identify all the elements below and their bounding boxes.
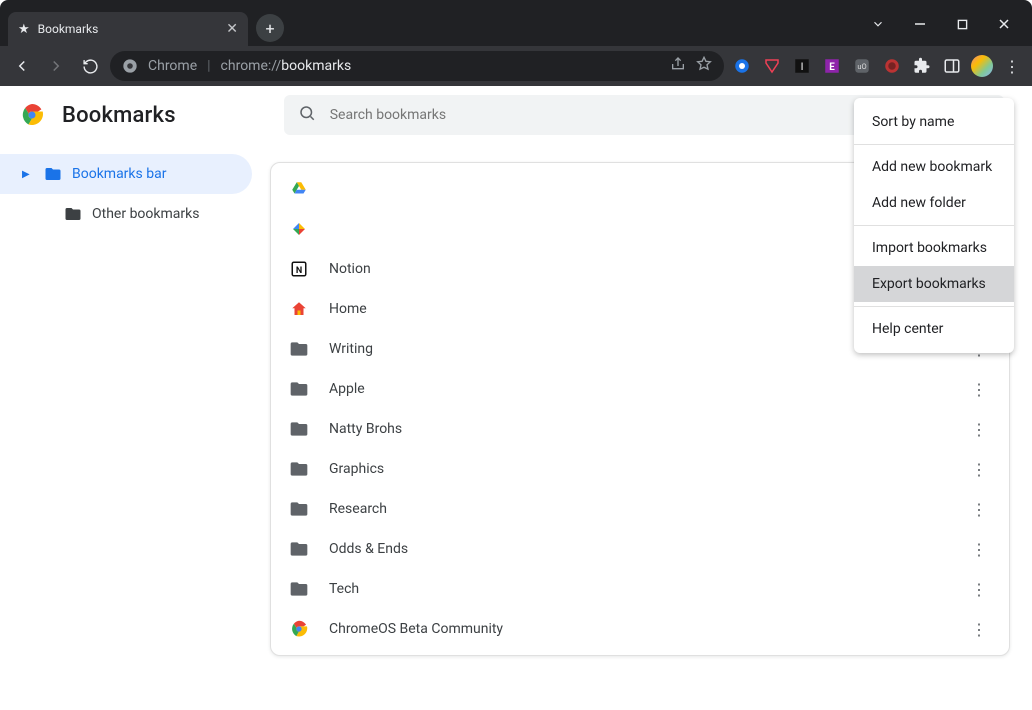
svg-text:I: I	[801, 60, 804, 73]
back-button[interactable]	[8, 52, 36, 80]
minimize-button[interactable]	[908, 12, 932, 36]
favicon-icon: N	[289, 259, 309, 279]
organize-menu: Sort by name Add new bookmarkAdd new fold…	[854, 98, 1014, 353]
bookmarks-tree: ▶ Bookmarks bar Other bookmarks	[0, 144, 270, 710]
bookmark-folder-row[interactable]: Apple ⋮	[271, 369, 1009, 409]
omnibox-separator: |	[207, 58, 210, 74]
favicon-icon	[289, 219, 309, 239]
toolbar: Chrome | chrome://bookmarks I E uO ⋮	[0, 46, 1032, 86]
close-tab-icon[interactable]: ✕	[226, 21, 238, 37]
star-icon: ★	[18, 22, 30, 37]
folder-icon	[289, 379, 309, 399]
sidebar-item[interactable]: ▶ Bookmarks bar	[0, 154, 252, 194]
bookmark-label: Apple	[329, 381, 947, 397]
browser-tab[interactable]: ★ Bookmarks ✕	[8, 12, 248, 46]
row-menu-button[interactable]: ⋮	[967, 460, 991, 479]
share-icon[interactable]	[670, 56, 686, 76]
extension-icon[interactable]: I	[790, 54, 814, 78]
chrome-logo-icon	[20, 103, 44, 127]
favicon-icon	[289, 179, 309, 199]
chrome-icon	[122, 58, 138, 74]
close-window-button[interactable]	[992, 12, 1016, 36]
new-tab-button[interactable]: +	[256, 14, 284, 42]
tab-title: Bookmarks	[38, 22, 219, 36]
reload-button[interactable]	[76, 52, 104, 80]
forward-button[interactable]	[42, 52, 70, 80]
bookmark-folder-row[interactable]: Tech ⋮	[271, 569, 1009, 609]
menu-item[interactable]: Add new bookmark	[854, 149, 1014, 185]
extension-icon[interactable]	[760, 54, 784, 78]
titlebar: ★ Bookmarks ✕ +	[0, 0, 1032, 46]
menu-item[interactable]: Sort by name	[854, 104, 1014, 140]
search-icon	[298, 104, 316, 126]
favicon-icon	[289, 619, 309, 639]
menu-item[interactable]: Import bookmarks	[854, 230, 1014, 266]
menu-separator	[854, 306, 1014, 307]
bookmark-label: Graphics	[329, 461, 947, 477]
folder-icon	[289, 459, 309, 479]
bookmark-star-icon[interactable]	[696, 56, 712, 76]
menu-item[interactable]: Export bookmarks	[854, 266, 1014, 302]
expand-caret-icon[interactable]: ▶	[22, 169, 34, 180]
extensions-button[interactable]	[910, 54, 934, 78]
menu-separator	[854, 144, 1014, 145]
window-controls	[866, 12, 1032, 46]
row-menu-button[interactable]: ⋮	[967, 580, 991, 599]
extension-icon[interactable]	[730, 54, 754, 78]
menu-item[interactable]: Add new folder	[854, 185, 1014, 221]
folder-icon	[64, 204, 82, 224]
bookmark-row[interactable]: ChromeOS Beta Community ⋮	[271, 609, 1009, 649]
bookmark-folder-row[interactable]: Odds & Ends ⋮	[271, 529, 1009, 569]
bookmark-label: Research	[329, 501, 947, 517]
bookmark-folder-row[interactable]: Natty Brohs ⋮	[271, 409, 1009, 449]
row-menu-button[interactable]: ⋮	[967, 540, 991, 559]
extension-icon[interactable]: E	[820, 54, 844, 78]
omnibox[interactable]: Chrome | chrome://bookmarks	[110, 51, 724, 81]
chevron-down-icon[interactable]	[866, 12, 890, 36]
profile-avatar[interactable]	[970, 54, 994, 78]
folder-icon	[289, 419, 309, 439]
sidebar-item-label: Bookmarks bar	[72, 166, 166, 182]
bookmark-label: ChromeOS Beta Community	[329, 621, 947, 637]
omnibox-origin: Chrome	[148, 58, 197, 74]
folder-icon	[289, 499, 309, 519]
side-panel-icon[interactable]	[940, 54, 964, 78]
row-menu-button[interactable]: ⋮	[967, 500, 991, 519]
maximize-button[interactable]	[950, 12, 974, 36]
folder-icon	[289, 579, 309, 599]
chrome-window: ★ Bookmarks ✕ +	[0, 0, 1032, 710]
bookmark-label: Odds & Ends	[329, 541, 947, 557]
bookmarks-page: Bookmarks ▶Bookmarks barOther bookmarks …	[0, 86, 1032, 710]
menu-item[interactable]: Help center	[854, 311, 1014, 347]
extension-icon[interactable]: uO	[850, 54, 874, 78]
row-menu-button[interactable]: ⋮	[967, 620, 991, 639]
sidebar-item[interactable]: Other bookmarks	[0, 194, 252, 234]
folder-icon	[289, 339, 309, 359]
omnibox-url: chrome://bookmarks	[221, 58, 352, 74]
menu-separator	[854, 225, 1014, 226]
row-menu-button[interactable]: ⋮	[967, 420, 991, 439]
folder-icon	[44, 164, 62, 184]
folder-icon	[289, 539, 309, 559]
svg-text:E: E	[829, 62, 835, 73]
favicon-icon	[289, 299, 309, 319]
chrome-menu-button[interactable]: ⋮	[1000, 54, 1024, 78]
extension-icon[interactable]	[880, 54, 904, 78]
svg-text:N: N	[296, 266, 302, 276]
sidebar-item-label: Other bookmarks	[92, 206, 199, 222]
row-menu-button[interactable]: ⋮	[967, 380, 991, 399]
page-title: Bookmarks	[62, 103, 176, 128]
svg-text:uO: uO	[857, 62, 866, 71]
bookmark-label: Tech	[329, 581, 947, 597]
bookmark-label: Natty Brohs	[329, 421, 947, 437]
bookmark-folder-row[interactable]: Research ⋮	[271, 489, 1009, 529]
bookmark-folder-row[interactable]: Graphics ⋮	[271, 449, 1009, 489]
